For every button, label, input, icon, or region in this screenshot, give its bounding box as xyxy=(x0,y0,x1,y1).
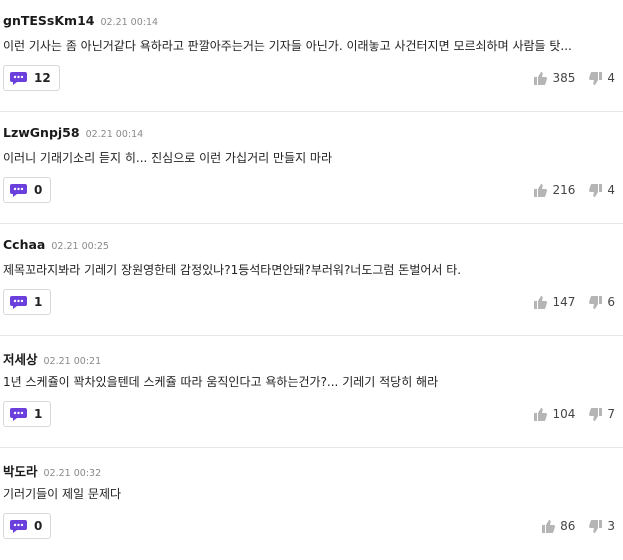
reply-count: 12 xyxy=(34,71,51,85)
like-button[interactable]: 385 xyxy=(534,71,575,85)
comment-timestamp: 02.21 00:14 xyxy=(100,17,159,28)
comment-item: 박도라 02.21 00:32 기러기들이 제일 문제다 0 86 3 xyxy=(0,448,623,560)
comment-text: 제목꼬라지봐라 기레기 장원영한테 감정있나?1등석타면안돼?부러워?너도그럼 … xyxy=(3,263,462,277)
comment-timestamp: 02.21 00:21 xyxy=(43,356,102,367)
like-count: 216 xyxy=(552,183,576,197)
thumbs-down-icon xyxy=(589,183,603,197)
dislike-button[interactable]: 6 xyxy=(589,295,615,309)
like-button[interactable]: 104 xyxy=(534,407,575,421)
like-button[interactable]: 86 xyxy=(542,519,575,533)
comment-item: gnTESsKm14 02.21 00:14 이런 기사는 좀 아닌거같다 욕하… xyxy=(0,0,623,112)
vote-group: 385 4 xyxy=(534,71,615,85)
thumbs-up-icon xyxy=(534,183,548,197)
reply-count: 1 xyxy=(34,407,43,421)
dislike-count: 6 xyxy=(607,295,615,309)
dislike-button[interactable]: 7 xyxy=(589,407,615,421)
dislike-button[interactable]: 4 xyxy=(589,71,615,85)
speech-bubble-icon xyxy=(10,519,27,533)
thumbs-down-icon xyxy=(589,407,603,421)
speech-bubble-icon xyxy=(10,183,27,197)
dislike-button[interactable]: 4 xyxy=(589,183,615,197)
comment-item: LzwGnpj58 02.21 00:14 이러니 기래기소리 듣지 히... … xyxy=(0,112,623,224)
reply-button[interactable]: 12 xyxy=(3,65,60,91)
reply-count: 0 xyxy=(34,183,43,197)
speech-bubble-icon xyxy=(10,71,27,85)
vote-group: 216 4 xyxy=(534,183,615,197)
like-count: 147 xyxy=(552,295,576,309)
comment-item: Cchaa 02.21 00:25 제목꼬라지봐라 기레기 장원영한테 감정있나… xyxy=(0,224,623,336)
thumbs-up-icon xyxy=(534,295,548,309)
comment-text: 이런 기사는 좀 아닌거같다 욕하라고 판깔아주는거는 기자들 아닌가. 이래놓… xyxy=(3,39,572,53)
comment-meta: gnTESsKm14 02.21 00:14 xyxy=(3,13,158,28)
thumbs-down-icon xyxy=(589,519,603,533)
comment-nickname[interactable]: gnTESsKm14 xyxy=(3,13,94,28)
comment-timestamp: 02.21 00:25 xyxy=(51,241,109,252)
comment-meta: 저세상 02.21 00:21 xyxy=(3,349,101,368)
reply-button[interactable]: 0 xyxy=(3,177,52,203)
like-count: 104 xyxy=(552,407,576,421)
dislike-count: 7 xyxy=(607,407,615,421)
like-count: 385 xyxy=(552,71,576,85)
thumbs-up-icon xyxy=(534,407,548,421)
thumbs-up-icon xyxy=(534,71,548,85)
reply-button[interactable]: 1 xyxy=(3,401,52,427)
vote-group: 147 6 xyxy=(534,295,615,309)
speech-bubble-icon xyxy=(10,407,27,421)
reply-count: 0 xyxy=(34,519,43,533)
like-count: 86 xyxy=(560,519,576,533)
comment-item: 저세상 02.21 00:21 1년 스케쥴이 꽉차있을텐데 스케쥴 따라 움직… xyxy=(0,336,623,448)
comment-text: 이러니 기래기소리 듣지 히... 진심으로 이런 가십거리 만들지 마라 xyxy=(3,151,333,165)
comment-nickname[interactable]: LzwGnpj58 xyxy=(3,125,80,140)
dislike-button[interactable]: 3 xyxy=(589,519,615,533)
comment-text: 1년 스케쥴이 꽉차있을텐데 스케쥴 따라 움직인다고 욕하는건가?... 기레… xyxy=(3,375,439,389)
comment-timestamp: 02.21 00:14 xyxy=(85,129,144,140)
comment-meta: 박도라 02.21 00:32 xyxy=(3,461,101,480)
reply-button[interactable]: 0 xyxy=(3,513,52,539)
reply-count: 1 xyxy=(34,295,43,309)
speech-bubble-icon xyxy=(10,295,27,309)
dislike-count: 4 xyxy=(607,183,615,197)
comment-meta: LzwGnpj58 02.21 00:14 xyxy=(3,125,143,140)
dislike-count: 3 xyxy=(607,519,615,533)
dislike-count: 4 xyxy=(607,71,615,85)
vote-group: 86 3 xyxy=(542,519,615,533)
reply-button[interactable]: 1 xyxy=(3,289,52,315)
comment-nickname[interactable]: 박도라 xyxy=(3,461,38,480)
vote-group: 104 7 xyxy=(534,407,615,421)
thumbs-up-icon xyxy=(542,519,556,533)
comment-meta: Cchaa 02.21 00:25 xyxy=(3,237,109,252)
thumbs-down-icon xyxy=(589,295,603,309)
like-button[interactable]: 147 xyxy=(534,295,575,309)
comment-nickname[interactable]: Cchaa xyxy=(3,237,45,252)
comment-list: gnTESsKm14 02.21 00:14 이런 기사는 좀 아닌거같다 욕하… xyxy=(0,0,623,560)
comment-nickname[interactable]: 저세상 xyxy=(3,349,38,368)
thumbs-down-icon xyxy=(589,71,603,85)
comment-timestamp: 02.21 00:32 xyxy=(43,468,102,479)
comment-text: 기러기들이 제일 문제다 xyxy=(3,487,122,501)
like-button[interactable]: 216 xyxy=(534,183,575,197)
